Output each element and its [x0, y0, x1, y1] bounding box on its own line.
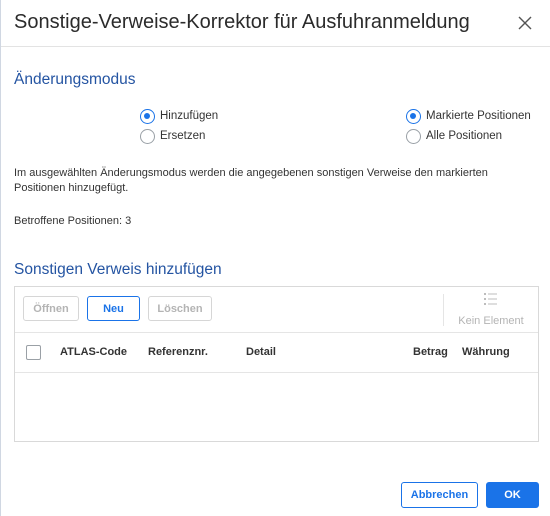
radio-replace[interactable]: Ersetzen — [140, 127, 205, 145]
toolbar-separator — [15, 332, 538, 333]
radio-marked-positions-indicator — [406, 108, 421, 124]
column-header-detail[interactable]: Detail — [246, 346, 276, 358]
radio-marked-positions[interactable]: Markierte Positionen — [406, 107, 531, 125]
cancel-button[interactable]: Abbrechen — [401, 482, 478, 508]
column-header-amount[interactable]: Betrag — [413, 346, 448, 358]
radio-marked-positions-label: Markierte Positionen — [426, 110, 531, 122]
list-icon — [484, 293, 497, 305]
open-button[interactable]: Öffnen — [23, 296, 79, 321]
affected-positions: Betroffene Positionen: 3 — [14, 215, 132, 227]
table-header-separator — [15, 372, 538, 373]
column-header-currency[interactable]: Währung — [462, 346, 510, 358]
column-header-atlas-code[interactable]: ATLAS-Code — [60, 346, 127, 358]
radio-all-positions[interactable]: Alle Positionen — [406, 127, 502, 145]
mode-heading: Änderungsmodus — [14, 71, 136, 88]
radio-all-positions-indicator — [406, 128, 421, 144]
radio-all-positions-label: Alle Positionen — [426, 130, 503, 142]
mode-description: Im ausgewählten Änderungsmodus werden di… — [14, 167, 488, 194]
references-grid: Öffnen Neu Löschen Kein Element ATLAS-Co… — [14, 286, 539, 442]
radio-replace-indicator — [140, 128, 155, 144]
toolbar-divider — [443, 294, 444, 326]
close-icon[interactable] — [515, 13, 535, 33]
new-button[interactable]: Neu — [87, 296, 140, 321]
references-heading: Sonstigen Verweis hinzufügen — [14, 261, 222, 278]
close-icon-graphic — [518, 16, 532, 30]
select-all-checkbox[interactable] — [26, 345, 41, 360]
dialog-header: Sonstige-Verweise-Korrektor für Ausfuhra… — [1, 0, 550, 47]
dialog-title: Sonstige-Verweise-Korrektor für Ausfuhra… — [14, 11, 470, 33]
no-element-indicator: Kein Element — [451, 293, 531, 327]
no-element-label: Kein Element — [458, 315, 524, 327]
radio-replace-label: Ersetzen — [160, 130, 206, 142]
delete-button[interactable]: Löschen — [148, 296, 212, 321]
radio-add[interactable]: Hinzufügen — [140, 107, 218, 125]
radio-add-indicator — [140, 108, 155, 124]
column-header-reference-number[interactable]: Referenznr. — [148, 346, 208, 358]
ok-button[interactable]: OK — [486, 482, 539, 508]
radio-add-label: Hinzufügen — [160, 110, 219, 122]
dialog: Sonstige-Verweise-Korrektor für Ausfuhra… — [0, 0, 550, 516]
